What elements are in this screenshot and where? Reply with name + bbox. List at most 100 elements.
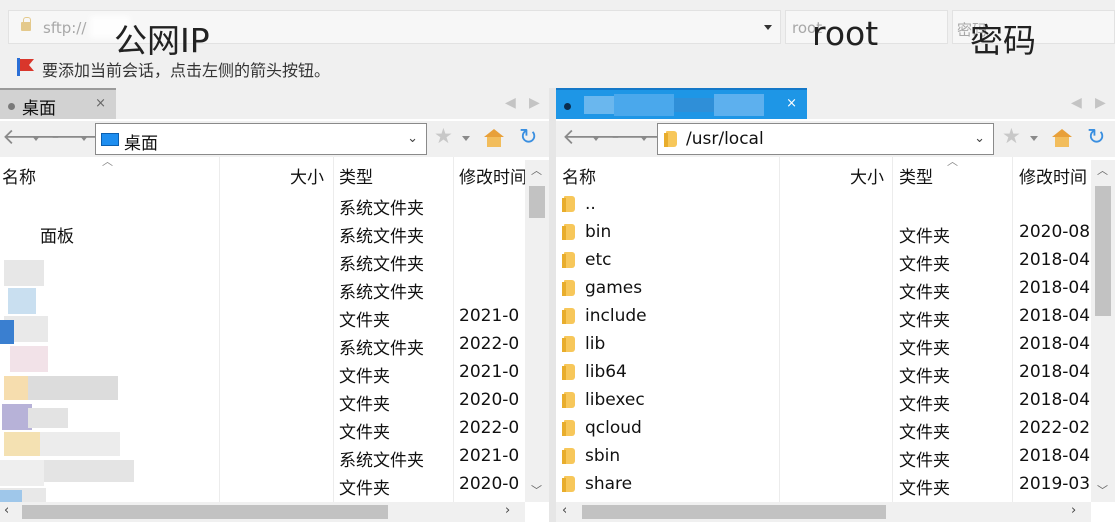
host-url-placeholder: sftp:// <box>43 19 87 37</box>
host-history-dropdown-icon[interactable] <box>764 25 772 30</box>
favorites-dropdown-icon[interactable] <box>1030 136 1038 141</box>
file-modified: 2020-0 <box>459 390 520 410</box>
redacted-name-mosaic <box>0 260 150 505</box>
column-modified[interactable]: 修改时间 <box>1019 163 1087 188</box>
file-type: 系统文件夹 <box>339 255 424 275</box>
back-history-icon[interactable] <box>592 136 600 141</box>
file-modified: 2019-03 <box>1019 474 1091 494</box>
redacted-session-name <box>584 94 764 116</box>
tab-remote-session[interactable]: × <box>556 88 807 119</box>
scroll-down-icon[interactable]: ﹀ <box>531 482 542 498</box>
scroll-left-icon[interactable]: ‹ <box>4 503 9 518</box>
scroll-right-icon[interactable]: › <box>505 503 510 518</box>
local-vertical-scrollbar[interactable]: ︿ ﹀ <box>525 160 549 502</box>
close-icon[interactable]: × <box>95 96 106 111</box>
file-modified: 2021-0 <box>459 446 520 466</box>
file-modified: 2018-04 <box>1019 362 1091 382</box>
remote-horizontal-scrollbar[interactable]: ‹ › <box>556 502 1091 522</box>
file-type: 文件夹 <box>899 479 950 499</box>
tab-scroll-left-icon[interactable]: ◀ <box>505 95 516 111</box>
star-icon[interactable]: ★ <box>434 124 453 148</box>
local-pane: 桌面 × ◀ ▶ 🡐 🡒 桌面 ⌄ ★ ↻ 名称 大小 类型 修改时间 ︿ 系统… <box>0 88 549 522</box>
flag-icon <box>17 58 34 76</box>
file-type: 系统文件夹 <box>339 339 424 359</box>
pane-splitter[interactable] <box>549 88 556 522</box>
file-type: 系统文件夹 <box>339 199 424 219</box>
file-modified: 2020-0 <box>459 474 520 494</box>
refresh-icon[interactable]: ↻ <box>519 127 537 149</box>
local-path-input[interactable]: 桌面 ⌄ <box>95 123 427 155</box>
star-icon[interactable]: ★ <box>1002 124 1021 148</box>
file-type: 系统文件夹 <box>339 451 424 471</box>
scroll-down-icon[interactable]: ﹀ <box>1097 482 1108 498</box>
close-icon[interactable]: × <box>786 96 797 111</box>
column-modified[interactable]: 修改时间 <box>459 163 527 188</box>
scroll-up-icon[interactable]: ︿ <box>531 162 542 178</box>
tab-scroll-right-icon[interactable]: ▶ <box>529 95 540 111</box>
file-row[interactable]: libexec 文件夹 2018-04 <box>556 387 1091 415</box>
file-modified: 2022-02 <box>1019 418 1091 438</box>
file-name: sbin <box>585 446 621 466</box>
file-row[interactable]: bin 文件夹 2020-08 <box>556 219 1091 247</box>
file-row[interactable]: games 文件夹 2018-04 <box>556 275 1091 303</box>
hint-text: 要添加当前会话，点击左侧的箭头按钮。 <box>42 61 331 80</box>
file-type: 文件夹 <box>899 395 950 415</box>
tab-scroll-left-icon[interactable]: ◀ <box>1071 95 1082 111</box>
file-type: 文件夹 <box>339 367 390 387</box>
scrollbar-thumb[interactable] <box>582 505 886 519</box>
column-size[interactable]: 大小 <box>290 163 324 188</box>
remote-path-input[interactable]: /usr/local ⌄ <box>657 123 994 155</box>
column-type[interactable]: 类型 <box>899 163 933 188</box>
scrollbar-thumb[interactable] <box>529 186 545 218</box>
file-row[interactable]: share 文件夹 2019-03 <box>556 471 1091 499</box>
scrollbar-thumb[interactable] <box>1095 186 1111 316</box>
file-row[interactable]: qcloud 文件夹 2022-02 <box>556 415 1091 443</box>
file-type: 文件夹 <box>899 423 950 443</box>
file-row[interactable]: include 文件夹 2018-04 <box>556 303 1091 331</box>
folder-icon <box>664 131 679 148</box>
column-size[interactable]: 大小 <box>850 163 884 188</box>
file-row[interactable]: 系统文件夹 <box>0 191 525 219</box>
scroll-left-icon[interactable]: ‹ <box>562 503 567 518</box>
file-type: 系统文件夹 <box>339 283 424 303</box>
remote-column-header: 名称 大小 类型 修改时间 <box>556 157 1091 191</box>
file-name: qcloud <box>585 418 642 438</box>
file-row[interactable]: lib64 文件夹 2018-04 <box>556 359 1091 387</box>
file-row[interactable]: lib 文件夹 2018-04 <box>556 331 1091 359</box>
local-horizontal-scrollbar[interactable]: ‹ › <box>0 502 525 522</box>
file-row[interactable]: sbin 文件夹 2018-04 <box>556 443 1091 471</box>
scrollbar-thumb[interactable] <box>22 505 388 519</box>
remote-vertical-scrollbar[interactable]: ︿ ﹀ <box>1091 160 1115 502</box>
favorites-dropdown-icon[interactable] <box>462 136 470 141</box>
back-history-icon[interactable] <box>32 136 40 141</box>
file-modified: 2022-0 <box>459 418 520 438</box>
forward-history-icon[interactable] <box>640 136 648 141</box>
chevron-down-icon[interactable]: ⌄ <box>407 131 418 146</box>
file-name: share <box>585 474 633 494</box>
forward-history-icon[interactable] <box>80 136 88 141</box>
refresh-icon[interactable]: ↻ <box>1087 127 1105 149</box>
tab-local-desktop[interactable]: 桌面 × <box>0 88 116 119</box>
file-type: 文件夹 <box>339 423 390 443</box>
file-row[interactable]: .. <box>556 191 1091 219</box>
chevron-down-icon[interactable]: ⌄ <box>974 131 985 146</box>
tab-scroll-right-icon[interactable]: ▶ <box>1095 95 1106 111</box>
annotation-ip: 公网IP <box>114 21 210 60</box>
file-name: lib <box>585 334 606 354</box>
file-row[interactable]: etc 文件夹 2018-04 <box>556 247 1091 275</box>
file-name: 面板 <box>40 227 74 247</box>
file-modified: 2018-04 <box>1019 334 1091 354</box>
file-name: include <box>585 306 647 326</box>
file-row[interactable]: 面板 系统文件夹 <box>0 219 525 247</box>
scroll-right-icon[interactable]: › <box>1071 503 1076 518</box>
column-type[interactable]: 类型 <box>339 163 373 188</box>
column-name[interactable]: 名称 <box>562 163 596 188</box>
column-name[interactable]: 名称 <box>2 163 36 188</box>
file-name: bin <box>585 222 612 242</box>
home-icon[interactable] <box>1051 129 1073 147</box>
scroll-up-icon[interactable]: ︿ <box>1097 162 1108 178</box>
folder-icon <box>562 196 577 213</box>
home-icon[interactable] <box>483 129 505 147</box>
folder-icon <box>562 336 577 353</box>
file-modified: 2022-0 <box>459 334 520 354</box>
